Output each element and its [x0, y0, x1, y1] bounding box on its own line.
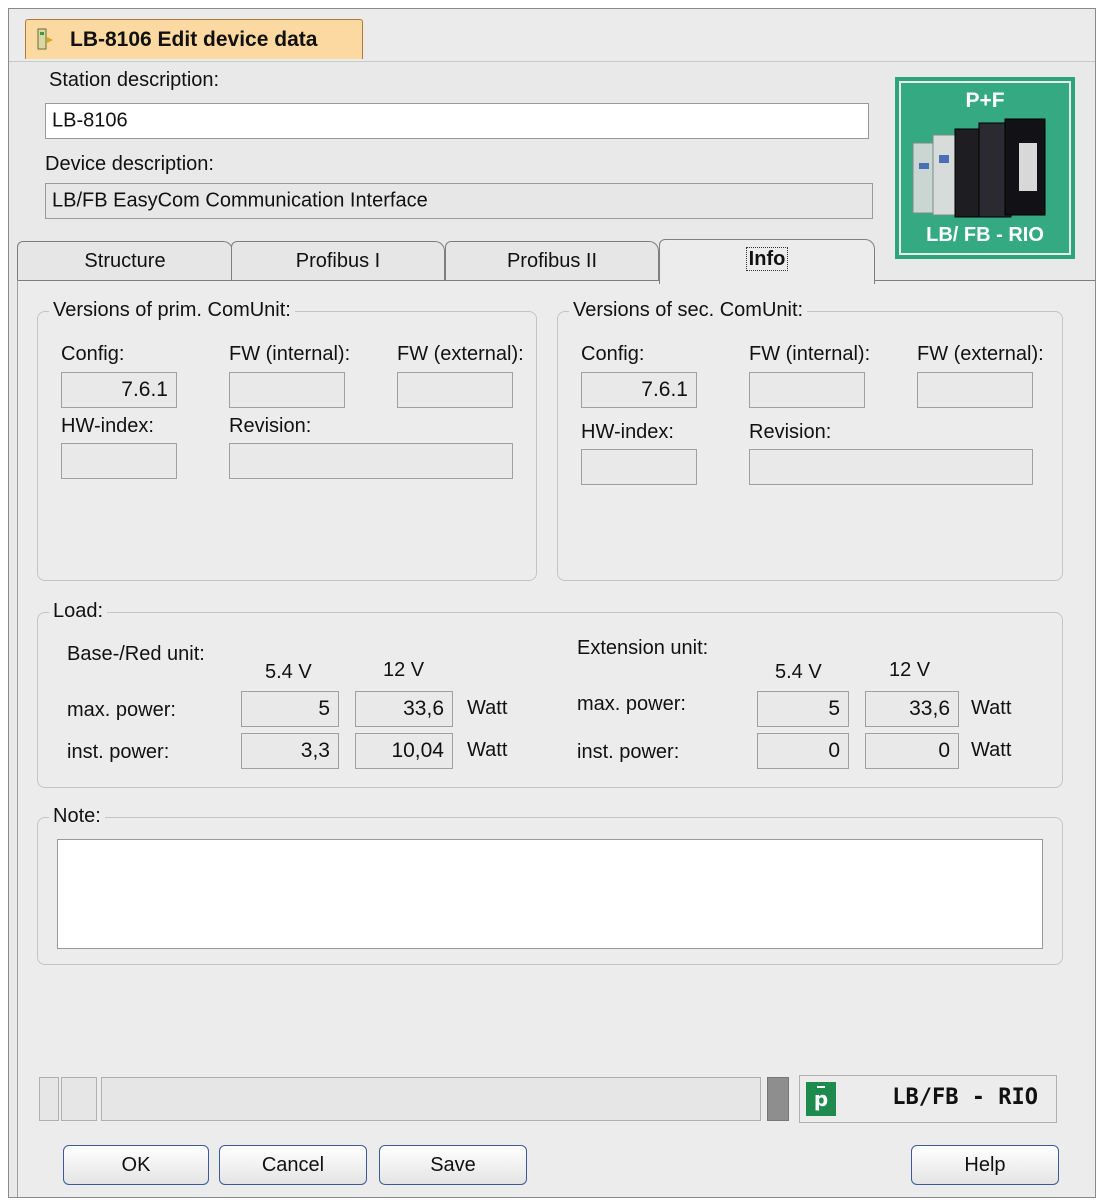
status-grip — [767, 1077, 789, 1121]
window-title-tab[interactable]: LB-8106 Edit device data — [25, 19, 363, 59]
ext-max-54v-value: 5 — [757, 691, 849, 727]
tab-info[interactable]: Info — [659, 239, 875, 284]
prim-fw-external-value — [397, 372, 513, 408]
ext-col-12v: 12 V — [889, 659, 931, 681]
prim-fw-internal-label: FW (internal): — [229, 343, 351, 365]
status-message-area — [101, 1077, 761, 1121]
status-brand-text: LB/FB - RIO — [892, 1085, 1038, 1110]
prim-hw-index-value — [61, 443, 177, 479]
status-indicator-1 — [39, 1077, 59, 1121]
station-description-value: LB-8106 — [52, 109, 128, 132]
ext-max-12v-value: 33,6 — [865, 691, 959, 727]
io-modules-image-icon — [912, 118, 1046, 218]
base-inst-unit: Watt — [467, 739, 508, 761]
base-inst-power-label: inst. power: — [67, 741, 170, 763]
edit-device-window: LB-8106 Edit device data Station descrip… — [8, 8, 1096, 1198]
prim-revision-value — [229, 443, 513, 479]
ext-max-unit: Watt — [971, 697, 1012, 719]
station-description-input[interactable]: LB-8106 — [45, 103, 869, 139]
logo-bottom-text: LB/ FB - RIO — [926, 224, 1044, 246]
device-description-value: LB/FB EasyCom Communication Interface — [52, 189, 428, 212]
prim-fw-external-label: FW (external): — [397, 343, 524, 365]
title-strip: LB-8106 Edit device data — [9, 9, 1095, 62]
tab-profibus-1[interactable]: Profibus I — [231, 241, 445, 281]
sec-fw-internal-value — [749, 372, 865, 408]
prim-comunit-title: Versions of prim. ComUnit: — [49, 299, 295, 322]
svg-text:p: p — [814, 1087, 828, 1111]
tab-profibus-2-label: Profibus II — [506, 250, 598, 272]
tab-info-label: Info — [745, 247, 789, 271]
ext-inst-unit: Watt — [971, 739, 1012, 761]
base-col-54v: 5.4 V — [265, 661, 312, 683]
prim-config-value: 7.6.1 — [61, 372, 177, 408]
prim-config-label: Config: — [61, 343, 125, 365]
base-max-12v-value: 33,6 — [355, 691, 453, 727]
save-button[interactable]: Save — [379, 1145, 527, 1185]
prim-hw-index-label: HW-index: — [61, 415, 154, 437]
tab-structure-label: Structure — [84, 250, 166, 272]
tab-structure[interactable]: Structure — [17, 241, 233, 281]
sec-revision-value — [749, 449, 1033, 485]
note-textarea[interactable] — [57, 839, 1043, 949]
cancel-button[interactable]: Cancel — [219, 1145, 367, 1185]
sec-fw-internal-label: FW (internal): — [749, 343, 871, 365]
ok-button[interactable]: OK — [63, 1145, 209, 1185]
product-logo: P+F LB/ FB - RIO — [895, 77, 1075, 259]
device-description-field: LB/FB EasyCom Communication Interface — [45, 183, 873, 219]
station-description-label: Station description: — [49, 69, 220, 91]
sec-config-label: Config: — [581, 343, 645, 365]
device-description-label: Device description: — [45, 153, 214, 175]
status-brand-panel: p LB/FB - RIO — [799, 1075, 1057, 1123]
tab-profibus-2[interactable]: Profibus II — [445, 241, 659, 281]
sec-comunit-title: Versions of sec. ComUnit: — [569, 299, 808, 322]
base-inst-54v-value: 3,3 — [241, 733, 339, 769]
window-title: LB-8106 Edit device data — [70, 28, 318, 51]
ext-inst-54v-value: 0 — [757, 733, 849, 769]
pepperl-fuchs-logo-icon: p — [806, 1082, 836, 1116]
status-indicator-2 — [61, 1077, 97, 1121]
base-col-12v: 12 V — [383, 659, 425, 681]
prim-revision-label: Revision: — [229, 415, 312, 437]
ext-inst-power-label: inst. power: — [577, 741, 680, 763]
help-button[interactable]: Help — [911, 1145, 1059, 1185]
sec-revision-label: Revision: — [749, 421, 832, 443]
prim-fw-internal-value — [229, 372, 345, 408]
sec-fw-external-value — [917, 372, 1033, 408]
ext-unit-label: Extension unit: — [577, 637, 709, 659]
base-max-power-label: max. power: — [67, 699, 176, 721]
device-edit-icon — [37, 28, 53, 50]
tab-profibus-1-label: Profibus I — [295, 250, 381, 272]
ext-inst-12v-value: 0 — [865, 733, 959, 769]
ext-max-power-label: max. power: — [577, 693, 686, 715]
sec-fw-external-label: FW (external): — [917, 343, 1044, 365]
base-unit-label: Base-/Red unit: — [67, 643, 205, 665]
load-title: Load: — [49, 600, 108, 623]
sec-hw-index-label: HW-index: — [581, 421, 674, 443]
base-inst-12v-value: 10,04 — [355, 733, 453, 769]
sec-hw-index-value — [581, 449, 697, 485]
base-max-unit: Watt — [467, 697, 508, 719]
logo-top-text: P+F — [965, 89, 1005, 112]
base-max-54v-value: 5 — [241, 691, 339, 727]
note-title: Note: — [49, 805, 105, 828]
ext-col-54v: 5.4 V — [775, 661, 822, 683]
sec-config-value: 7.6.1 — [581, 372, 697, 408]
